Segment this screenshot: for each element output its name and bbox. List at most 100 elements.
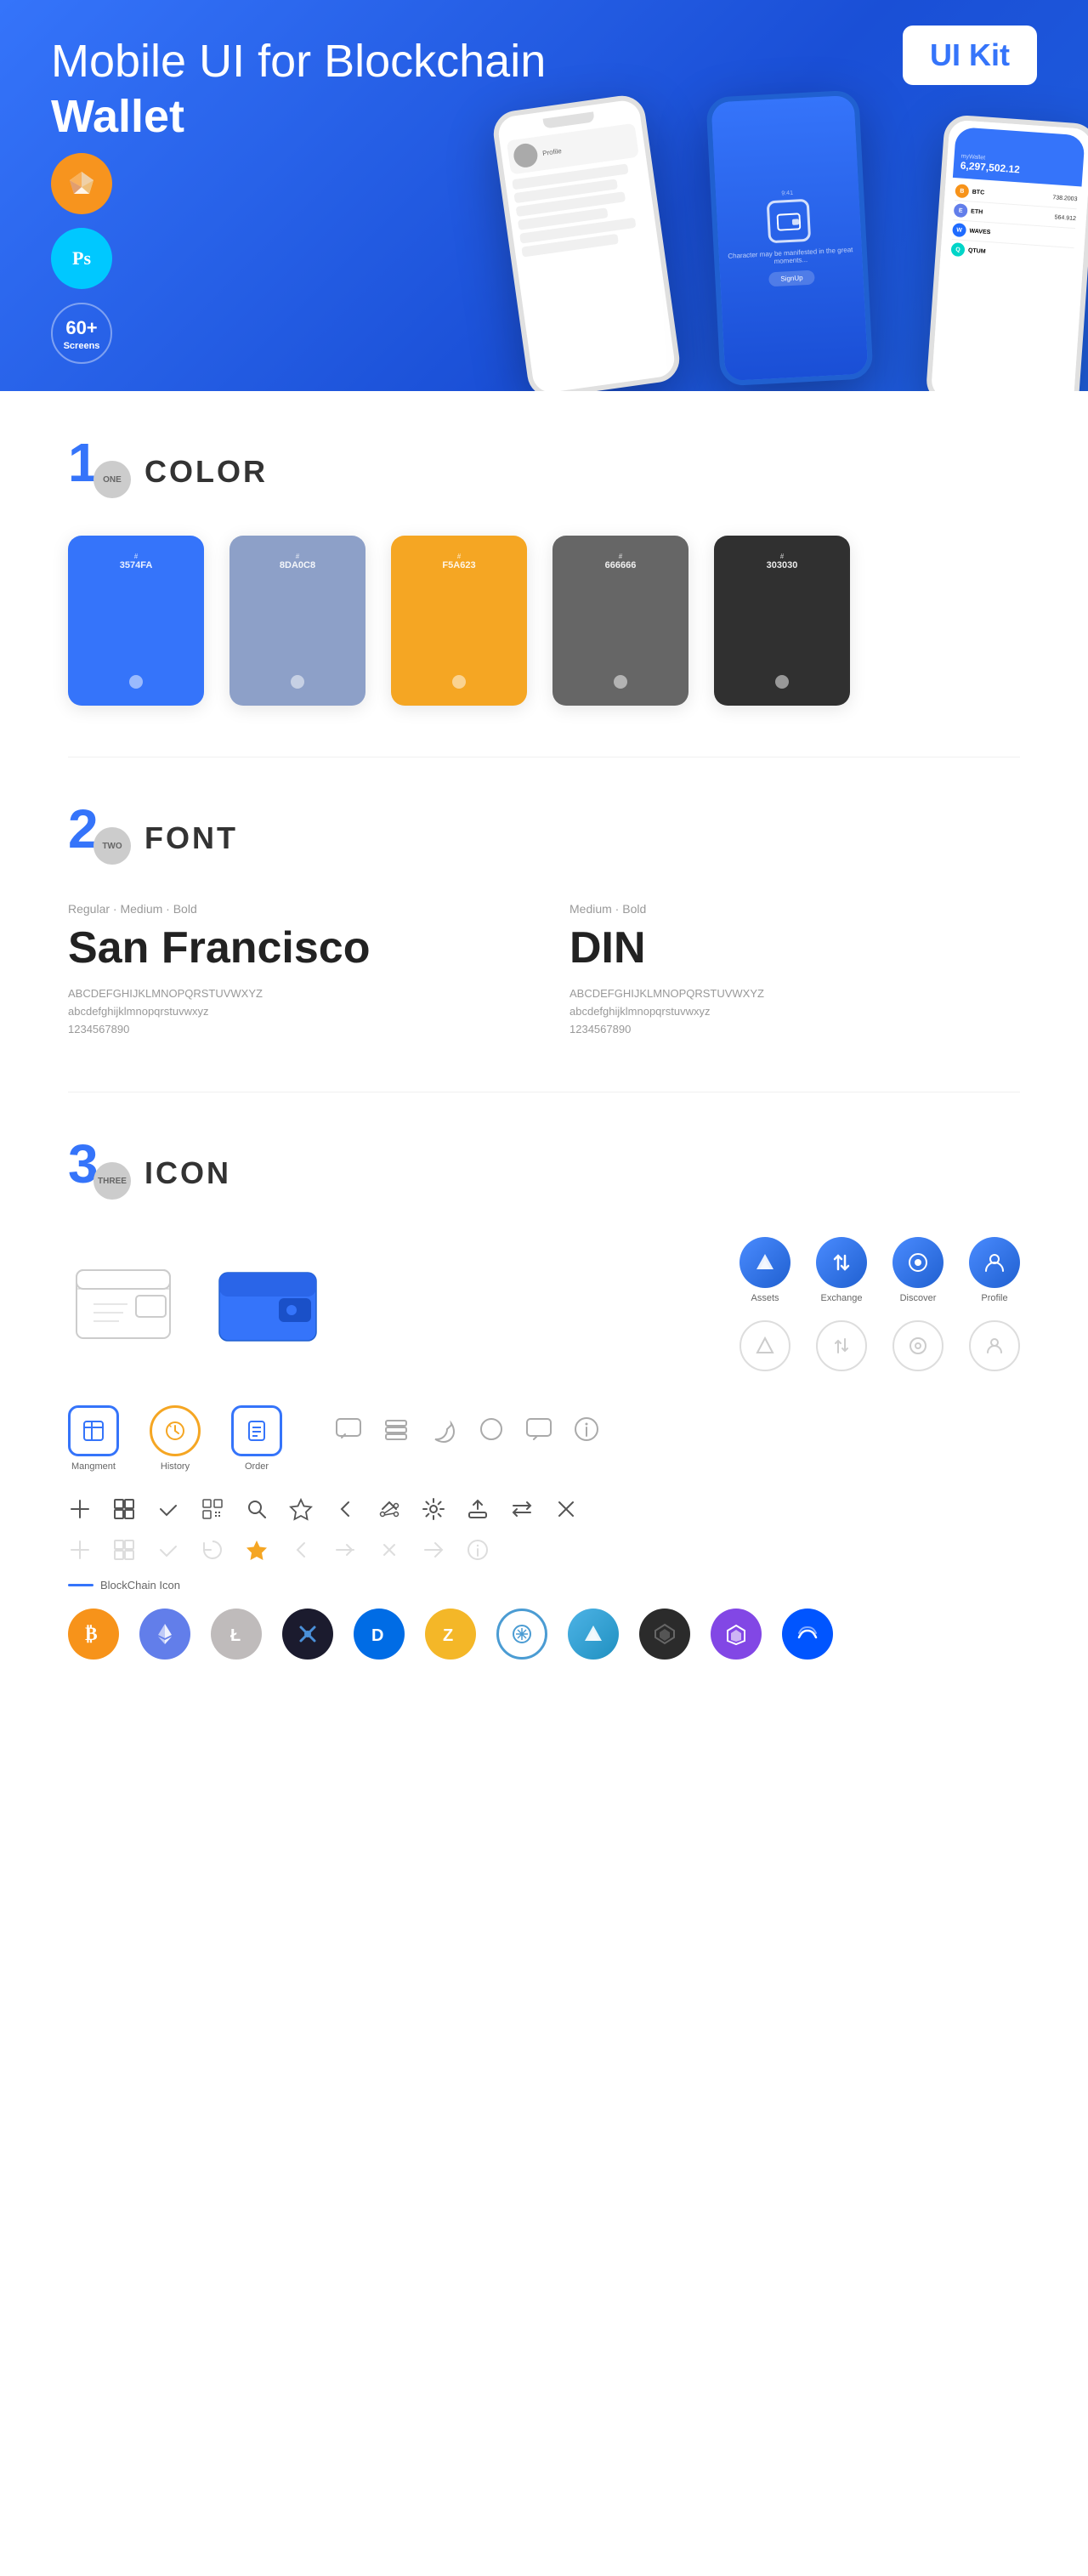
assets-icon-col: Assets: [740, 1237, 790, 1303]
crypto-icons-row: ₿ Ł D: [68, 1609, 1020, 1660]
blockchain-text: BlockChain Icon: [100, 1579, 180, 1592]
grid-icon: [112, 1497, 136, 1521]
discover-ghost-icon: [892, 1320, 944, 1371]
check-icon: [156, 1497, 180, 1521]
discover-label: Discover: [900, 1293, 937, 1303]
color-swatch-dark: #303030: [714, 536, 850, 706]
assets-icon: [740, 1237, 790, 1288]
bottom-nav-icons: Mangment History: [68, 1405, 282, 1472]
grid-coin-icon: [496, 1609, 547, 1660]
nav-icons-ghost: [740, 1320, 1020, 1371]
share-ghost-icon: [333, 1538, 357, 1562]
hero-badges: Ps 60+ Screens: [51, 153, 112, 364]
chat-bubble-icon: [524, 1414, 554, 1444]
qr-icon: [201, 1497, 224, 1521]
color-swatches: #3574FA #8DA0C8 #F5A623 #666666 #303030: [68, 536, 1020, 706]
stack-icon: [381, 1414, 411, 1444]
info-icon: [571, 1414, 602, 1444]
order-icon: [231, 1405, 282, 1456]
phone-mockup-1: Profile: [490, 93, 683, 391]
plus-ghost-icon: [68, 1538, 92, 1562]
chevron-left-ghost-icon: [289, 1538, 313, 1562]
share-icon: [377, 1497, 401, 1521]
hero-section: Mobile UI for Blockchain Wallet UI Kit P…: [0, 0, 1088, 391]
icon-title: ICON: [144, 1155, 231, 1191]
plus-icon: [68, 1497, 92, 1521]
phone-mockup-2: 9:41 Character may be manifested in the …: [706, 90, 874, 387]
litecoin-icon: Ł: [211, 1609, 262, 1660]
phone-mockup-3: myWallet 6,297,502.12 B BTC 738.2003 E E…: [925, 114, 1088, 391]
section-number-icon: 3 THREE: [68, 1143, 128, 1203]
ps-badge: Ps: [51, 228, 112, 289]
screens-badge: 60+ Screens: [51, 303, 112, 364]
blockchain-label-row: BlockChain Icon: [68, 1579, 1020, 1592]
exchange-ghost-icon: [816, 1320, 867, 1371]
grid-ghost-icon: [112, 1538, 136, 1562]
svg-text:D: D: [371, 1626, 383, 1645]
color-title: COLOR: [144, 454, 268, 490]
sketch-badge: [51, 153, 112, 214]
settings-icon: [422, 1497, 445, 1521]
management-icon-col: Mangment: [68, 1405, 119, 1472]
management-icon: [68, 1405, 119, 1456]
x-ghost-icon: [377, 1538, 401, 1562]
swap-icon: [510, 1497, 534, 1521]
utility-icons-row-1: [68, 1497, 1020, 1521]
nav-icons-group: Assets Exchange: [740, 1237, 1020, 1371]
wallet-filled-icon: [212, 1249, 323, 1359]
color-swatch-gray: #666666: [552, 536, 688, 706]
ui-kit-badge: UI Kit: [903, 26, 1037, 85]
discover-icon: [892, 1237, 944, 1288]
icon-section-header: 3 THREE ICON: [68, 1143, 1020, 1203]
verge-icon: [282, 1609, 333, 1660]
history-icon-col: History: [150, 1405, 201, 1472]
info-ghost-icon: [466, 1538, 490, 1562]
ethereum-icon: [139, 1609, 190, 1660]
phones-area: Profile 9:41: [400, 85, 1088, 391]
color-section-header: 1 ONE COLOR: [68, 442, 1020, 502]
check-ghost-icon: [156, 1538, 180, 1562]
upload-icon: [466, 1497, 490, 1521]
utility-icons-row-2: [68, 1538, 1020, 1562]
color-swatch-grayblue: #8DA0C8: [230, 536, 366, 706]
refresh-ghost-icon: [201, 1538, 224, 1562]
assets-ghost-icon: [740, 1320, 790, 1371]
icon-section: 3 THREE ICON: [0, 1092, 1088, 1711]
zcash-icon: Z: [425, 1609, 476, 1660]
management-label: Mangment: [71, 1461, 116, 1472]
font-section-header: 2 TWO FONT: [68, 809, 1020, 868]
exchange-icon-col: Exchange: [816, 1237, 867, 1303]
moon-icon: [428, 1414, 459, 1444]
profile-icon: [969, 1237, 1020, 1288]
order-icon-col: Order: [231, 1405, 282, 1472]
chevron-left-icon: [333, 1497, 357, 1521]
svg-text:₿: ₿: [85, 1623, 98, 1644]
profile-icon-col: Profile: [969, 1237, 1020, 1303]
matic-icon: [711, 1609, 762, 1660]
wallet-wireframe-icon: [68, 1249, 178, 1359]
font-title: FONT: [144, 820, 238, 856]
chat-icon: [333, 1414, 364, 1444]
order-label: Order: [245, 1461, 269, 1472]
close-icon: [554, 1497, 578, 1521]
section-number-font: 2 TWO: [68, 809, 128, 868]
font-section: 2 TWO FONT Regular · Medium · Bold San F…: [0, 757, 1088, 1092]
exchange-label: Exchange: [821, 1293, 863, 1303]
discover-icon-col: Discover: [892, 1237, 944, 1303]
assets-label: Assets: [751, 1293, 779, 1303]
blockchain-line: [68, 1584, 94, 1586]
arrow-ghost-icon: [422, 1538, 445, 1562]
bitcoin-icon: ₿: [68, 1609, 119, 1660]
star-filled-icon: [245, 1538, 269, 1562]
font-din: Medium · Bold DIN ABCDEFGHIJKLMNOPQRSTUV…: [570, 902, 1020, 1041]
profile-label: Profile: [981, 1293, 1007, 1303]
misc-icons: [333, 1405, 602, 1444]
icon-row-1: Assets Exchange: [68, 1237, 1020, 1371]
color-swatch-orange: #F5A623: [391, 536, 527, 706]
dark-coin-icon: [639, 1609, 690, 1660]
dash-icon: D: [354, 1609, 405, 1660]
color-section: 1 ONE COLOR #3574FA #8DA0C8 #F5A623 #666…: [0, 391, 1088, 757]
svg-text:Ł: Ł: [230, 1626, 241, 1645]
history-icon: [150, 1405, 201, 1456]
waves-coin-icon: [782, 1609, 833, 1660]
